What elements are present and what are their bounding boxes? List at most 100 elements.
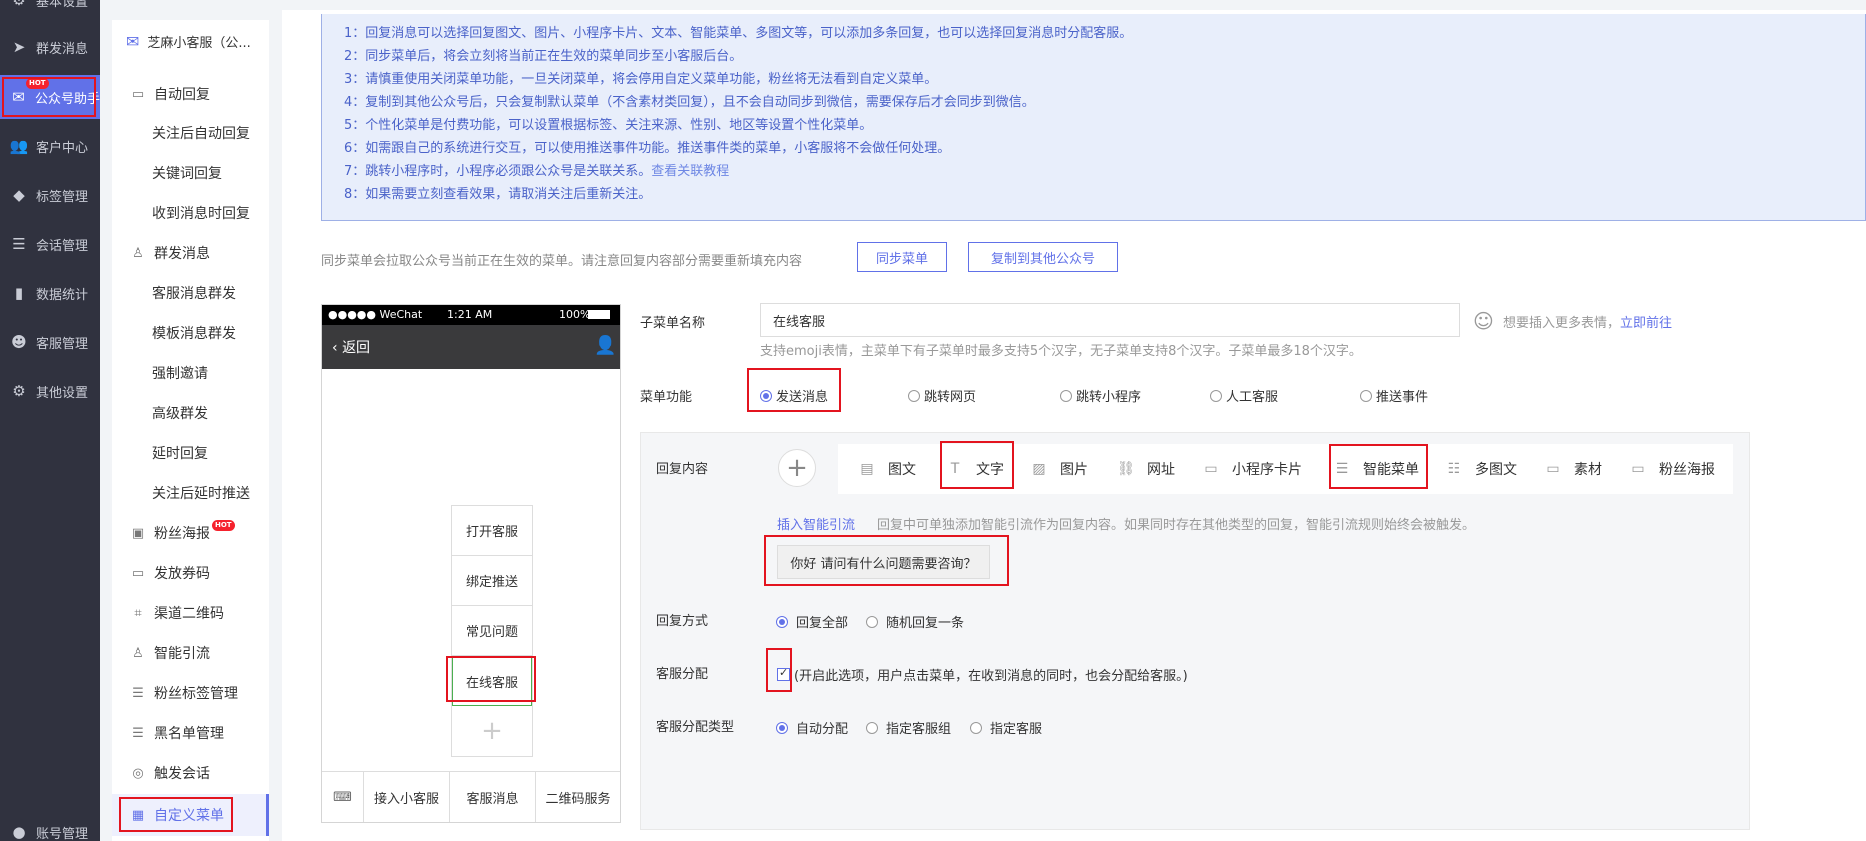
menu-function-label: 菜单功能 [640,390,693,405]
signal-icon: ◎ [132,765,144,781]
back-button[interactable]: ‹ 返回 [332,337,370,357]
sync-menu-button[interactable]: 同步菜单 [857,242,947,272]
nav-item-account-management[interactable]: ● 账号管理 [0,810,100,841]
radio-dot [866,721,878,734]
radio-reply-random[interactable]: 随机回复一条 [866,612,964,631]
service-assign-label: 客服分配 [656,667,709,682]
tool-image[interactable]: ▨ 图片 [1030,444,1088,494]
add-submenu-icon[interactable]: + [452,706,532,756]
radio-dot [776,721,788,734]
sub-item-advanced-mass[interactable]: 高级群发 [152,397,208,429]
tool-article[interactable]: ▤ 图文 [858,444,916,494]
submenu-item[interactable]: 打开客服 [452,506,532,556]
notice-box: 1：回复消息可以选择回复图文、图片、小程序卡片、文本、智能菜单、多图文等，可以添… [321,14,1866,221]
radio-jump-web[interactable]: 跳转网页 [908,386,976,405]
notice-line: 6：如需跟自己的系统进行交互，可以使用推送事件功能。推送事件类的菜单，小客服将不… [344,141,951,156]
main-menu-item[interactable]: 二维码服务 [536,772,620,822]
radio-assign-agent[interactable]: 指定客服 [970,718,1042,737]
submenu-name-input[interactable]: 在线客服 [760,303,1460,337]
sub-item-follow-delay[interactable]: 关注后延时推送 [152,477,250,509]
tool-fan-poster[interactable]: ▭ 粉丝海报 [1629,444,1715,494]
add-reply-icon[interactable]: + [778,449,816,487]
send-icon: ➤ [12,38,26,56]
tool-multi-article[interactable]: ☷ 多图文 [1445,444,1517,494]
nav-item-mass-message[interactable]: ➤ 群发消息 [0,25,100,69]
miniprogram-card-icon: ▭ [1204,461,1218,477]
profile-icon[interactable]: 👤 [594,335,616,356]
highlight-box [940,441,1014,489]
submenu-name-label: 子菜单名称 [640,316,706,331]
sub-item-keyword-reply[interactable]: 关键词回复 [152,157,222,189]
sub-item-trigger-session[interactable]: ◎ 触发会话 [130,757,210,789]
nav-item-customer-center[interactable]: 👥 客户中心 [0,124,100,168]
gear-icon: ⚙ [12,0,26,9]
carrier: ●●●●● WeChat [328,308,423,321]
list-icon: ☰ [132,725,144,741]
nav-item-tag-management[interactable]: ◆ 标签管理 [0,173,100,217]
phone-title-bar: ‹ 返回 👤 [322,325,620,369]
sub-item-service-mass[interactable]: 客服消息群发 [152,277,236,309]
phone-menu-bar: ⌨ 接入小客服 客服消息 二维码服务 [322,771,620,822]
submenu-list: 打开客服 绑定推送 常见问题 在线客服 + [451,505,533,757]
copy-to-other-button[interactable]: 复制到其他公众号 [968,242,1118,272]
nav-item-basic-settings[interactable]: ⚙ 基本设置 [0,0,100,22]
user-icon: ♙ [132,645,144,661]
highlight-box [2,77,96,117]
keyboard-icon[interactable]: ⌨ [322,772,364,822]
radio-push-event[interactable]: 推送事件 [1360,386,1428,405]
nav-item-service-management[interactable]: ☻ 客服管理 [0,320,100,364]
smart-traffic-tip: 回复中可单独添加智能引流作为回复内容。如果同时存在其他类型的回复，智能引流规则始… [877,518,1476,533]
radio-auto-assign[interactable]: 自动分配 [776,718,848,737]
highlight-box [747,368,841,412]
phone-preview: ●●●●● WeChat 1:21 AM 100% ‹ 返回 👤 打开客服 绑定… [321,304,621,823]
list-icon: ☰ [132,685,144,701]
chat-icon: ☰ [12,235,26,253]
notice-line: 1：回复消息可以选择回复图文、图片、小程序卡片、文本、智能菜单、多图文等，可以添… [344,26,1133,41]
radio-dot [1060,389,1072,402]
nav-item-session-management[interactable]: ☰ 会话管理 [0,222,100,266]
radio-human-service[interactable]: 人工客服 [1210,386,1278,405]
radio-reply-all[interactable]: 回复全部 [776,612,848,631]
tool-material[interactable]: ▭ 素材 [1544,444,1602,494]
tool-link[interactable]: ⛓ 网址 [1117,444,1175,494]
sub-item-auto-reply[interactable]: ▭ 自动回复 [130,78,210,110]
sub-item-channel-qrcode[interactable]: ⌗ 渠道二维码 [130,597,224,629]
sub-item-fan-tags[interactable]: ☰ 粉丝标签管理 [130,677,238,709]
sub-item-fan-poster[interactable]: ▣ 粉丝海报 [130,517,210,549]
submenu-item[interactable]: 常见问题 [452,606,532,656]
sub-item-blacklist[interactable]: ☰ 黑名单管理 [130,717,224,749]
link-icon: ⛓ [1117,461,1135,477]
nav-item-statistics[interactable]: ▮ 数据统计 [0,271,100,315]
settings-icon: ⚙ [12,382,26,400]
main-menu-item[interactable]: 接入小客服 [364,772,450,822]
main-menu-item[interactable]: 客服消息 [450,772,536,822]
sub-item-message-reply[interactable]: 收到消息时回复 [152,197,250,229]
emoji-icon[interactable]: ☺ [1473,309,1494,333]
sub-item-smart-traffic[interactable]: ♙ 智能引流 [130,637,210,669]
account-selector[interactable]: ✉ 芝麻小客服（公... [126,32,251,51]
service-assign-checkbox[interactable]: (开启此选项，用户点击菜单，在收到消息的同时，也会分配给客服。) [777,665,1188,684]
submenu-item[interactable]: 绑定推送 [452,556,532,606]
sub-item-delay-reply[interactable]: 延时回复 [152,437,208,469]
radio-dot [1210,389,1222,402]
radio-dot [970,721,982,734]
sub-item-follow-reply[interactable]: 关注后自动回复 [152,117,250,149]
sub-item-mass-message[interactable]: ♙ 群发消息 [130,237,210,269]
nav-item-other-settings[interactable]: ⚙ 其他设置 [0,369,100,413]
tutorial-link[interactable]: 查看关联教程 [651,164,729,179]
sub-item-template-mass[interactable]: 模板消息群发 [152,317,236,349]
chevron-left-icon: ‹ [332,340,343,356]
highlight-box [446,656,536,702]
poster-icon: ▣ [131,525,145,541]
sub-item-force-invite[interactable]: 强制邀请 [152,357,208,389]
insert-smart-traffic-link[interactable]: 插入智能引流 [777,514,855,533]
go-now-link[interactable]: 立即前往 [1620,316,1672,331]
radio-jump-miniprogram[interactable]: 跳转小程序 [1060,386,1141,405]
radio-assign-group[interactable]: 指定客服组 [866,718,951,737]
tool-miniprogram-card[interactable]: ▭ 小程序卡片 [1202,444,1302,494]
reply-content-label: 回复内容 [656,462,709,477]
highlight-box [1329,444,1428,489]
sub-item-coupon[interactable]: ▭ 发放券码 [130,557,210,589]
battery-icon [588,310,610,319]
radio-dot [866,615,878,628]
